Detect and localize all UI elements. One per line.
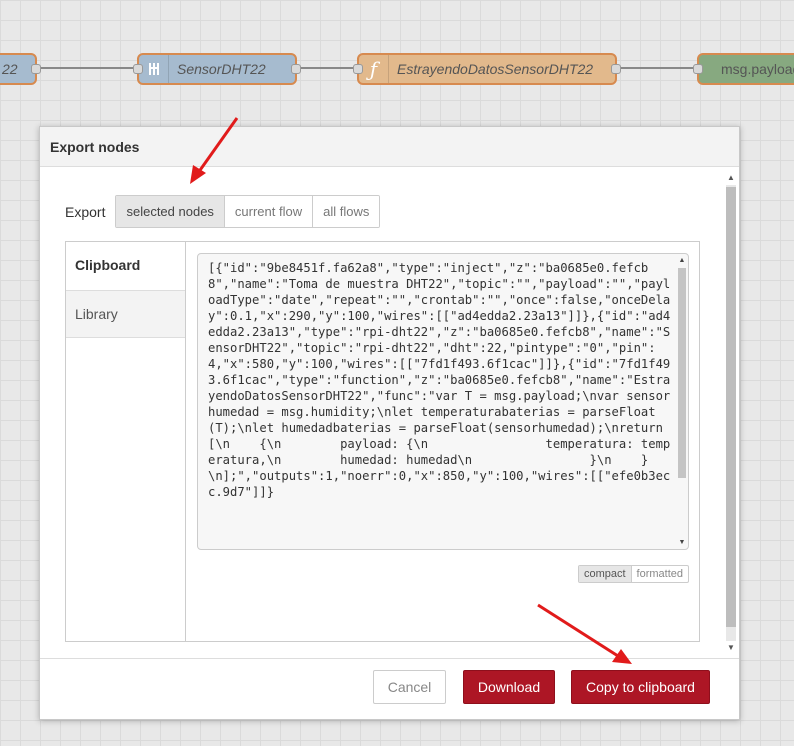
dialog-title: Export nodes [40, 127, 739, 167]
format-toggle: compact formatted [577, 565, 689, 583]
tab-clipboard[interactable]: Clipboard [66, 242, 185, 290]
scroll-track[interactable] [726, 185, 736, 641]
output-port[interactable] [611, 64, 621, 74]
input-port[interactable] [693, 64, 703, 74]
input-port[interactable] [353, 64, 363, 74]
format-formatted-button[interactable]: formatted [632, 566, 688, 582]
flow-node-debug[interactable]: msg.payload [693, 53, 794, 85]
export-dialog: Export nodes Export selected nodes curre… [39, 126, 740, 720]
node-label: msg.payload [721, 61, 794, 77]
export-json-textarea[interactable]: [{"id":"9be8451f.fa62a8","type":"inject"… [197, 253, 689, 550]
node-label: EstrayendoDatosSensorDHT22 [397, 61, 594, 77]
wire [36, 67, 138, 69]
wire [296, 67, 358, 69]
wire [616, 67, 698, 69]
copy-to-clipboard-button[interactable]: Copy to clipboard [571, 670, 710, 704]
function-icon: ƒ [359, 55, 389, 83]
dialog-scrollbar[interactable]: ▲ ▼ [725, 173, 737, 653]
flow-node-sensordht22[interactable]: SensorDHT22 [133, 53, 301, 85]
dialog-footer: Cancel Download Copy to clipboard [40, 658, 739, 719]
scope-selected-nodes-button[interactable]: selected nodes [116, 196, 225, 227]
format-compact-button[interactable]: compact [578, 566, 632, 582]
output-port[interactable] [291, 64, 301, 74]
scroll-thumb[interactable] [678, 268, 686, 478]
bridge-icon [139, 55, 169, 83]
scroll-thumb[interactable] [726, 187, 736, 627]
export-scope-row: Export selected nodes current flow all f… [65, 195, 381, 228]
flow-node-function[interactable]: ƒ EstrayendoDatosSensorDHT22 [353, 53, 621, 85]
output-port[interactable] [31, 64, 41, 74]
input-port[interactable] [133, 64, 143, 74]
scope-current-flow-button[interactable]: current flow [224, 196, 314, 227]
export-tabs: Clipboard Library [66, 242, 186, 641]
cancel-button[interactable]: Cancel [373, 670, 446, 704]
export-label: Export [65, 203, 106, 220]
scroll-down-icon[interactable]: ▼ [677, 538, 687, 547]
export-scope-selector: selected nodes current flow all flows [115, 195, 381, 228]
tab-library[interactable]: Library [66, 290, 185, 338]
download-button[interactable]: Download [463, 670, 555, 704]
flow-node-inject[interactable]: 22 [0, 53, 41, 85]
export-panel: Clipboard Library [{"id":"9be8451f.fa62a… [65, 241, 700, 642]
node-label: 22 [2, 61, 18, 77]
node-label: SensorDHT22 [177, 61, 266, 77]
code-scrollbar[interactable]: ▲ ▼ [677, 256, 687, 547]
scope-all-flows-button[interactable]: all flows [313, 196, 380, 227]
export-json-text: [{"id":"9be8451f.fa62a8","type":"inject"… [208, 261, 671, 499]
scroll-up-icon[interactable]: ▲ [677, 256, 687, 265]
scroll-down-icon[interactable]: ▼ [725, 643, 737, 653]
scroll-up-icon[interactable]: ▲ [725, 173, 737, 183]
dialog-body: Export selected nodes current flow all f… [40, 168, 739, 658]
